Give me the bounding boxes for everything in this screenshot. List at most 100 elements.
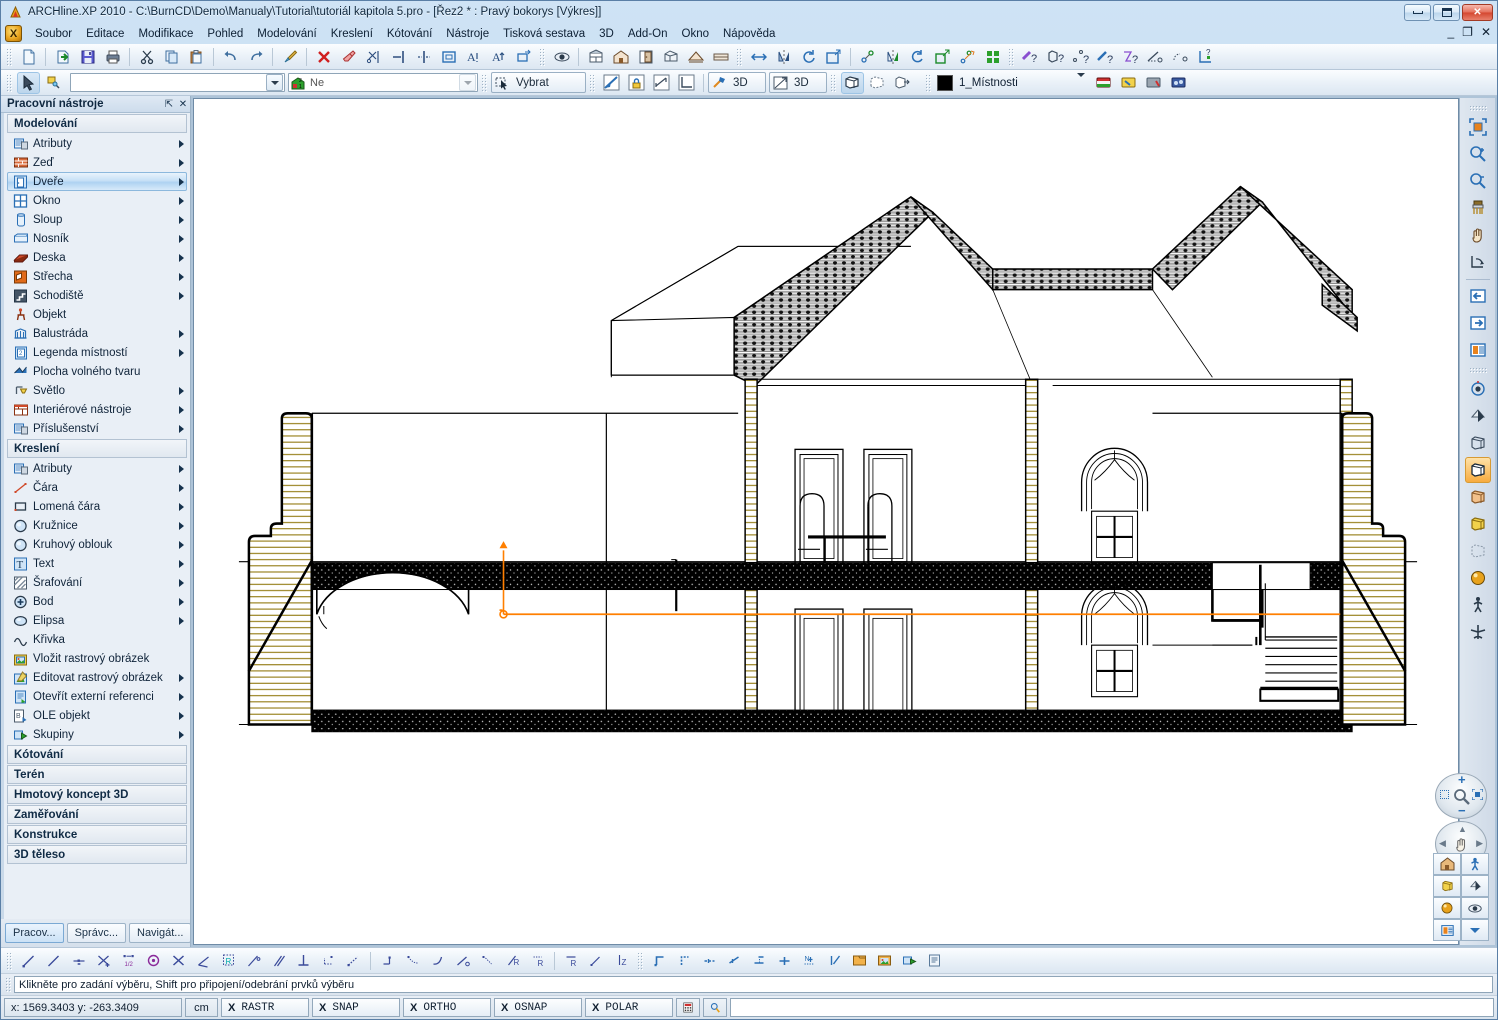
snap-arc-icon[interactable] [426, 950, 449, 972]
snap-line-icon[interactable] [42, 950, 65, 972]
shading-icon[interactable] [1461, 875, 1489, 897]
pan-right-arrow-icon[interactable]: ▶ [1476, 838, 1483, 849]
text-style-a2-icon[interactable]: A [487, 46, 510, 68]
toolbar-grip[interactable] [925, 73, 932, 92]
snap-half-icon[interactable]: 1/2 [117, 950, 140, 972]
tab-pracovni[interactable]: Pracov... [5, 923, 64, 943]
rectangle-select-icon[interactable] [437, 46, 460, 68]
hand-icon[interactable] [1453, 836, 1470, 853]
gable-icon[interactable] [684, 46, 707, 68]
menu-item-pohled[interactable]: Pohled [200, 26, 250, 42]
tab-spravce[interactable]: Správc... [66, 923, 126, 943]
zoom-out-icon[interactable] [1465, 168, 1491, 194]
marquee-icon[interactable] [1440, 790, 1449, 799]
toolbar-grip[interactable] [589, 73, 596, 92]
measure-distance-icon[interactable]: ? [1019, 46, 1042, 68]
chevron-right-icon[interactable] [176, 424, 186, 433]
menu-item-modelovani[interactable]: Modelování [250, 26, 323, 42]
scale-icon[interactable] [822, 46, 845, 68]
chevron-right-icon[interactable] [176, 597, 186, 606]
zoom-clean-icon[interactable] [1465, 195, 1491, 221]
menu-item-nastroje[interactable]: Nástroje [439, 26, 496, 42]
select-arrow-icon[interactable] [17, 71, 40, 94]
group-icon[interactable] [898, 950, 921, 972]
axis-tool-icon[interactable] [675, 72, 698, 94]
calculator-icon[interactable] [676, 998, 700, 1017]
shaded-box-icon[interactable] [1465, 484, 1491, 510]
chevron-right-icon[interactable] [176, 272, 186, 281]
chevron-right-icon[interactable] [176, 616, 186, 625]
image-file-icon[interactable] [873, 950, 896, 972]
toolbar-grip[interactable] [830, 73, 837, 92]
open-folder-icon[interactable] [848, 950, 871, 972]
measure-volume-icon[interactable]: ? [1044, 46, 1067, 68]
walk-icon[interactable] [1465, 592, 1491, 618]
snap-offset-icon[interactable] [376, 950, 399, 972]
chevron-right-icon[interactable] [176, 215, 186, 224]
toolbar-grip[interactable] [6, 73, 13, 92]
ortho-slope-icon[interactable] [748, 950, 771, 972]
hidden-box-icon[interactable] [1465, 538, 1491, 564]
tool-item-door[interactable]: Dveře [7, 172, 187, 191]
group-header-collapsed-3[interactable]: Zaměřování [7, 805, 187, 824]
save-icon[interactable] [76, 46, 99, 68]
zoom-extents-icon[interactable] [1465, 114, 1491, 140]
snap-endpoint-icon[interactable] [17, 950, 40, 972]
house-icon[interactable] [609, 46, 632, 68]
tool-item-balustrade[interactable]: Balustráda [7, 324, 187, 343]
wireframe-box-icon[interactable] [1465, 430, 1491, 456]
chevron-right-icon[interactable] [176, 234, 186, 243]
mirror-icon[interactable] [772, 46, 795, 68]
measure-length-icon[interactable]: ? [1094, 46, 1117, 68]
snap-center-icon[interactable] [142, 950, 165, 972]
properties-icon[interactable] [42, 72, 65, 94]
array-icon[interactable] [981, 46, 1004, 68]
cut-icon[interactable] [135, 46, 158, 68]
rotate-icon[interactable] [797, 46, 820, 68]
colored-box-icon[interactable] [1465, 511, 1491, 537]
chevron-right-icon[interactable] [176, 559, 186, 568]
chevron-right-icon[interactable] [176, 521, 186, 530]
tool-item-groups[interactable]: Skupiny [7, 725, 187, 744]
lock-tool-icon[interactable] [625, 72, 648, 94]
measure-point-icon[interactable]: ? [1069, 46, 1092, 68]
zoom-in-icon[interactable] [1465, 141, 1491, 167]
box-solid-icon[interactable] [841, 71, 864, 94]
toolbar-grip[interactable] [1468, 105, 1487, 112]
toggle-ortho[interactable]: X ORTHO [403, 998, 491, 1017]
command-prompt[interactable]: Klikněte pro zadání výběru, Shift pro př… [14, 976, 1493, 993]
mdi-close-button[interactable]: ✕ [1481, 26, 1491, 38]
toggle-polar[interactable]: X POLAR [585, 998, 673, 1017]
tool-item-insert-raster[interactable]: Vložit rastrový obrázek [7, 649, 187, 668]
chevron-right-icon[interactable] [176, 196, 186, 205]
section-tool-icon[interactable] [600, 72, 623, 94]
tool-item-object[interactable]: Objekt [7, 305, 187, 324]
layout-window-icon[interactable] [1465, 337, 1491, 363]
fit-icon[interactable] [1472, 789, 1483, 800]
hammer-3d-button[interactable]: 3D [708, 72, 766, 93]
pin-icon[interactable]: ⇱ [162, 99, 176, 110]
material-red-icon[interactable] [1092, 72, 1115, 94]
minimize-button[interactable] [1404, 4, 1431, 21]
tool-item-attributes[interactable]: Atributy [7, 134, 187, 153]
render-3d-button[interactable]: 3D [769, 72, 827, 93]
snap-radius-icon[interactable]: R [560, 950, 583, 972]
toolbar-grip[interactable] [736, 47, 743, 66]
status-input[interactable] [730, 998, 1494, 1017]
layer-combo[interactable] [70, 73, 285, 92]
toggle-osnap[interactable]: X OSNAP [494, 998, 582, 1017]
tool-item-stairs[interactable]: Schodiště [7, 286, 187, 305]
group-header-collapsed-1[interactable]: Terén [7, 765, 187, 784]
toolbar-grip[interactable] [539, 47, 546, 66]
tool-item-roof[interactable]: Střecha [7, 267, 187, 286]
snap-perpendicular-point-icon[interactable] [242, 950, 265, 972]
home-house-icon[interactable] [1433, 853, 1461, 875]
ceiling-icon[interactable] [709, 46, 732, 68]
group-header-kresleni[interactable]: Kreslení [7, 439, 187, 458]
tool-item-wall[interactable]: Zeď [7, 153, 187, 172]
snap-midpoint-icon[interactable] [67, 950, 90, 972]
redo-icon[interactable] [244, 46, 267, 68]
arrow-right-icon[interactable] [1465, 310, 1491, 336]
tool-item-accessories[interactable]: Příslušenství [7, 419, 187, 438]
wireframe-cube-icon[interactable] [1433, 875, 1461, 897]
